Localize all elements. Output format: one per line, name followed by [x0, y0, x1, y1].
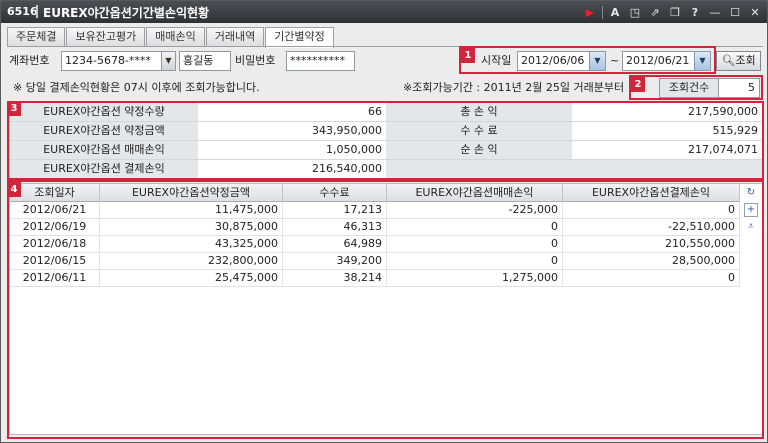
password-field[interactable]: ********** — [286, 51, 355, 71]
account-label: 계좌번호 — [9, 54, 50, 67]
title-bar-icons: ▶ A ◳ ⇗ ❐ ? — ☐ ✕ — [582, 4, 763, 20]
font-size-icon[interactable]: A — [607, 5, 623, 20]
owner-name-field: 홍길동 — [179, 51, 231, 71]
help-icon[interactable]: ? — [687, 5, 703, 20]
password-label: 비밀번호 — [235, 54, 276, 67]
title-bar: 6516 EUREX야간옵션기간별손익현황 ▶ A ◳ ⇗ ❐ ? — ☐ ✕ — [1, 1, 767, 23]
badge-1: 1 — [461, 48, 475, 63]
close-icon[interactable]: ✕ — [747, 5, 763, 20]
search-button[interactable]: 🔍︎조회 — [716, 51, 761, 71]
tab-holdings-valuation[interactable]: 보유잔고평가 — [66, 27, 146, 47]
badge-4: 4 — [7, 182, 21, 197]
window-title: EUREX야간옵션기간별손익현황 — [43, 6, 210, 20]
app-window: 6516 EUREX야간옵션기간별손익현황 ▶ A ◳ ⇗ ❐ ? — ☐ ✕ … — [0, 0, 768, 443]
tab-trading-pnl[interactable]: 매매손익 — [146, 27, 205, 47]
tab-period-contracts[interactable]: 기간별약정 — [265, 27, 334, 48]
toolbar-divider — [602, 5, 603, 19]
tab-bar: 주문체결 보유잔고평가 매매손익 거래내역 기간별약정 — [7, 27, 335, 48]
notice-available-period: ※조회가능기간 : 2011년 2월 25일 거래분부터 — [403, 81, 625, 94]
title-separator — [36, 5, 38, 18]
minimize-icon[interactable]: — — [707, 5, 723, 20]
owner-name: 홍길동 — [183, 54, 214, 67]
highlight-box-summary — [7, 101, 764, 180]
play-icon[interactable]: ▶ — [582, 5, 598, 20]
maximize-icon[interactable]: ☐ — [727, 5, 743, 20]
badge-3: 3 — [7, 101, 21, 116]
search-button-label: 조회 — [735, 54, 756, 67]
highlight-box-grid — [7, 180, 764, 439]
tab-order-execution[interactable]: 주문체결 — [7, 27, 66, 47]
tab-transaction-history[interactable]: 거래내역 — [205, 27, 265, 47]
account-select[interactable]: 1234-5678-**** ▼ — [61, 51, 176, 71]
account-value: 1234-5678-**** — [65, 54, 151, 67]
copy-window-icon[interactable]: ❐ — [667, 5, 683, 20]
chevron-down-icon[interactable]: ▼ — [161, 52, 175, 70]
highlight-box-count — [629, 75, 763, 100]
pin-icon[interactable]: ⇗ — [647, 5, 663, 20]
notice-settlement: ※ 당일 결제손익현황은 07시 이후에 조회가능합니다. — [13, 81, 260, 94]
search-icon: 🔍︎ — [721, 54, 736, 67]
badge-2: 2 — [631, 77, 645, 92]
link-window-icon[interactable]: ◳ — [627, 5, 643, 20]
screen-code: 6516 — [7, 5, 38, 18]
password-value: ********** — [290, 54, 345, 67]
highlight-box-date-range — [459, 46, 716, 74]
